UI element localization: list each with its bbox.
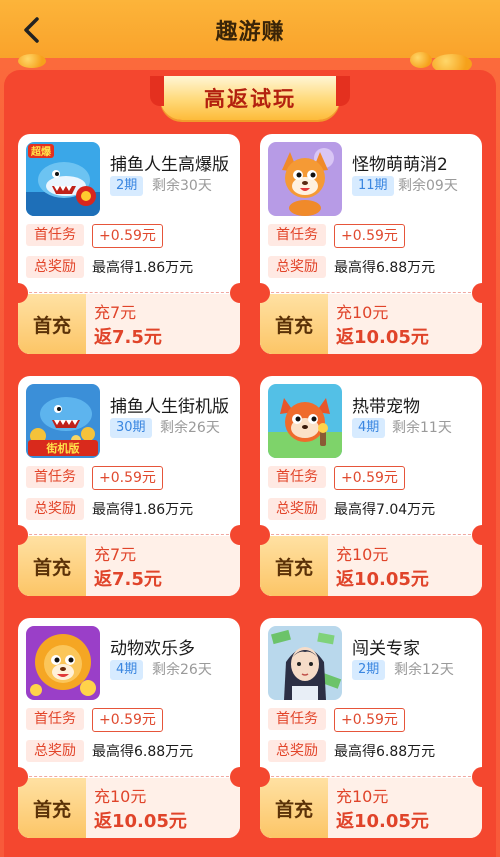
- total-reward-tag: 总奖励: [26, 256, 84, 278]
- divider: [24, 534, 234, 535]
- chevron-left-icon: [24, 17, 39, 43]
- period-badge: 4期: [110, 660, 144, 680]
- total-reward-tag: 总奖励: [26, 740, 84, 762]
- recharge-amount: 充7元: [94, 303, 137, 322]
- divider: [24, 776, 234, 777]
- remaining-days: 剩余09天: [398, 178, 458, 194]
- raccoon-icon: [268, 384, 342, 458]
- divider: [266, 534, 476, 535]
- total-reward-tag: 总奖励: [268, 256, 326, 278]
- remaining-days: 剩余30天: [152, 178, 212, 194]
- remaining-days: 剩余11天: [392, 420, 452, 436]
- first-task-tag: 首任务: [26, 224, 84, 246]
- first-task-tag: 首任务: [268, 708, 326, 730]
- page-title: 趣游赚: [215, 20, 285, 45]
- remaining-days: 剩余26天: [152, 662, 212, 678]
- refund-amount: 返10.05元: [336, 811, 429, 832]
- divider: [266, 292, 476, 293]
- recharge-amount: 充7元: [94, 545, 137, 564]
- recharge-amount: 充10元: [94, 787, 147, 806]
- game-name: 闯关专家: [352, 639, 420, 659]
- game-name: 怪物萌萌消2: [352, 155, 448, 175]
- coin-decoration: [410, 52, 432, 68]
- divider: [24, 292, 234, 293]
- game-card[interactable]: 超爆 捕鱼人生高爆版 2期 剩余30天 首任务 +0.59元 总奖励 最高得1.…: [18, 134, 240, 354]
- refund-amount: 返10.05元: [336, 327, 429, 348]
- first-task-reward: +0.59元: [334, 224, 405, 248]
- back-button[interactable]: [14, 12, 50, 48]
- divider: [266, 776, 476, 777]
- fox-icon: [268, 142, 342, 216]
- total-reward: 最高得1.86万元: [92, 260, 194, 276]
- period-badge: 4期: [352, 418, 386, 438]
- recharge-amount: 充10元: [336, 303, 389, 322]
- fish-shark-icon: 超爆: [26, 142, 100, 216]
- game-card[interactable]: 街机版 捕鱼人生街机版 30期 剩余26天 首任务 +0.59元 总奖励 最高得…: [18, 376, 240, 596]
- total-reward-tag: 总奖励: [26, 498, 84, 520]
- recharge-amount: 充10元: [336, 787, 389, 806]
- fish-arcade-icon: 街机版: [26, 384, 100, 458]
- remaining-days: 剩余12天: [394, 662, 454, 678]
- period-badge: 2期: [110, 176, 144, 196]
- first-task-reward: +0.59元: [92, 224, 163, 248]
- game-card[interactable]: 怪物萌萌消2 11期 剩余09天 首任务 +0.59元 总奖励 最高得6.88万…: [260, 134, 482, 354]
- app-header: 趣游赚: [0, 0, 500, 60]
- refund-amount: 返7.5元: [94, 327, 162, 348]
- section-title: 高返试玩: [204, 87, 296, 111]
- first-task-reward: +0.59元: [334, 466, 405, 490]
- total-reward: 最高得6.88万元: [334, 744, 436, 760]
- total-reward: 最高得1.86万元: [92, 502, 194, 518]
- total-reward: 最高得6.88万元: [92, 744, 194, 760]
- total-reward-tag: 总奖励: [268, 498, 326, 520]
- svg-text:街机版: 街机版: [46, 441, 80, 455]
- total-reward: 最高得7.04万元: [334, 502, 436, 518]
- period-badge: 11期: [352, 176, 394, 196]
- game-name: 动物欢乐多: [110, 639, 195, 659]
- first-task-reward: +0.59元: [92, 708, 163, 732]
- game-card[interactable]: 热带宠物 4期 剩余11天 首任务 +0.59元 总奖励 最高得7.04万元 首…: [260, 376, 482, 596]
- first-recharge-label: 首充: [18, 294, 86, 354]
- recharge-amount: 充10元: [336, 545, 389, 564]
- first-task-tag: 首任务: [26, 708, 84, 730]
- svg-text:超爆: 超爆: [30, 145, 52, 158]
- total-reward-tag: 总奖励: [268, 740, 326, 762]
- game-card[interactable]: 动物欢乐多 4期 剩余26天 首任务 +0.59元 总奖励 最高得6.88万元 …: [18, 618, 240, 838]
- refund-amount: 返7.5元: [94, 569, 162, 590]
- game-name: 捕鱼人生高爆版: [110, 155, 229, 175]
- game-name: 捕鱼人生街机版: [110, 397, 229, 417]
- first-task-reward: +0.59元: [92, 466, 163, 490]
- refund-amount: 返10.05元: [336, 569, 429, 590]
- refund-amount: 返10.05元: [94, 811, 187, 832]
- total-reward: 最高得6.88万元: [334, 260, 436, 276]
- first-task-tag: 首任务: [268, 224, 326, 246]
- first-task-tag: 首任务: [26, 466, 84, 488]
- lion-icon: [26, 626, 100, 700]
- first-task-tag: 首任务: [268, 466, 326, 488]
- girl-money-icon: [268, 626, 342, 700]
- first-recharge-label: 首充: [18, 536, 86, 596]
- section-banner: 高返试玩: [150, 76, 350, 120]
- first-recharge-label: 首充: [18, 778, 86, 838]
- coin-decoration: [18, 54, 46, 68]
- game-card[interactable]: 闯关专家 2期 剩余12天 首任务 +0.59元 总奖励 最高得6.88万元 首…: [260, 618, 482, 838]
- remaining-days: 剩余26天: [160, 420, 220, 436]
- period-badge: 2期: [352, 660, 386, 680]
- first-recharge-label: 首充: [260, 294, 328, 354]
- first-recharge-label: 首充: [260, 536, 328, 596]
- game-name: 热带宠物: [352, 397, 420, 417]
- period-badge: 30期: [110, 418, 152, 438]
- first-task-reward: +0.59元: [334, 708, 405, 732]
- first-recharge-label: 首充: [260, 778, 328, 838]
